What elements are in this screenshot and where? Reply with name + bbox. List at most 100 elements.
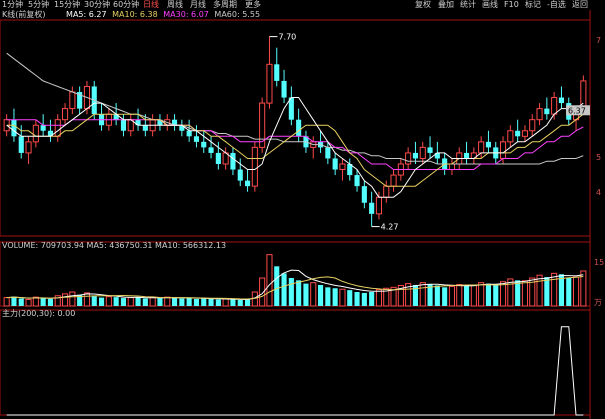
candle-body-up [419,146,426,159]
volume-bar-down [40,298,46,306]
volume-bar-down [369,292,375,306]
volume-bar-up [69,291,76,307]
candle-body-up [405,152,412,165]
period-more[interactable]: 更多 [245,0,261,10]
volume-bar-up [375,289,383,307]
volume-bar-down [215,299,221,306]
volume-bar-up [551,272,558,307]
candle-body-down [215,152,221,164]
volume-bar-up [536,274,543,307]
candle-body-up [499,141,507,159]
tool-adjust[interactable]: 复权 [415,0,431,10]
candle-body-down [193,136,200,142]
indicator-name: K线(前复权) [2,10,46,19]
period-5min[interactable]: 5分钟 [28,0,49,10]
candle-body-down [427,147,433,153]
volume-bar-up [521,280,529,307]
indicator-line [6,326,584,416]
volume-bar-down [442,287,448,306]
volume-bar-down [113,297,119,306]
tool-watchlist[interactable]: -自选 [547,0,566,10]
candle-body-up [54,119,61,137]
period-30min[interactable]: 30分钟 [84,0,110,10]
tool-f10[interactable]: F10 [504,0,519,10]
indicator-legend: 主力(200,30): 0.00 [2,309,76,318]
volume-bar-up [470,284,477,307]
candle-body-up [478,141,485,154]
candle-body-down [332,158,338,170]
volume-bar-down [47,299,54,306]
volume-bar-down [135,297,141,306]
axis-label-top: 7 [596,36,602,45]
candle-body-up [251,146,258,187]
candle-body-down [208,147,214,153]
volume-bar-down [230,299,236,306]
volume-bar-down [296,280,302,306]
volume-bar-down [317,285,324,306]
candle-body-down [142,125,148,131]
volume-bar-up [25,298,32,307]
volume-bar-down [361,292,367,306]
period-15min[interactable]: 15分钟 [54,0,80,10]
candle-body-down [296,119,302,137]
volume-bar-up [127,297,134,307]
low-price-label: 4.27 [381,223,399,232]
volume-bar-up [339,288,346,307]
candle-body-down [354,175,360,187]
candle-body-up [266,63,273,104]
candle-body-up [448,163,456,171]
indicator-pane-frame [0,309,591,416]
period-60min[interactable]: 60分钟 [113,0,139,10]
axis-label-vol-top: 15 [594,258,605,267]
volume-bar-up [310,282,317,307]
candle-body-down [274,64,280,81]
candle-body-up [536,108,543,121]
axis-label-mid: 5 [596,153,602,162]
candle-body-down [412,152,419,159]
volume-bar-up [61,293,69,307]
candle-body-down [237,169,243,181]
tool-draw[interactable]: 画线 [482,0,498,10]
candle-body-down [186,130,192,137]
volume-bar-down [237,299,243,306]
candle-body-up [32,124,39,143]
last-price-label: 6.37 [568,106,586,115]
candle-body-down [244,180,251,187]
volume-bar-up [83,292,91,307]
ma30-line [6,119,584,170]
volume-bar-up [572,276,580,307]
volume-bar-down [186,298,192,306]
tool-mark[interactable]: 标记 [525,0,541,10]
volume-legend: VOLUME: 709703.94 MA5: 436750.31 MA10: 5… [2,241,227,250]
volume-bar-down [354,292,360,306]
candle-body-down [201,141,207,148]
tool-back[interactable]: 返回 [572,0,588,10]
volume-bar-down [171,297,178,306]
volume-bar-down [463,285,470,306]
volume-bar-up [478,282,485,307]
volume-bar-down [332,288,338,306]
volume-bar-down [193,299,200,306]
volume-bar-down [434,285,440,306]
candle-body-up [521,130,529,137]
candle-body-up [507,130,514,143]
volume-bar-down [544,277,550,306]
candle-body-up [551,97,558,115]
volume-bar-up [32,296,39,307]
tool-overlay[interactable]: 叠加 [438,0,454,10]
period-daily[interactable]: 日线 [143,0,159,10]
candle-body-down [361,186,367,203]
tool-stats[interactable]: 统计 [460,0,476,10]
volume-bar-up [448,285,456,307]
volume-bar-down [244,299,251,306]
period-weekly[interactable]: 周线 [167,0,183,10]
volume-bar-down [157,298,163,306]
period-monthly[interactable]: 月线 [190,0,206,10]
period-1min[interactable]: 1分钟 [2,0,23,10]
volume-bar-up [105,296,112,307]
period-multi[interactable]: 多周期 [213,0,237,10]
candle-body-up [69,91,76,110]
volume-bar-up [419,282,426,307]
candle-body-up [339,163,346,171]
axis-label-vol-unit: 万 [594,298,602,307]
